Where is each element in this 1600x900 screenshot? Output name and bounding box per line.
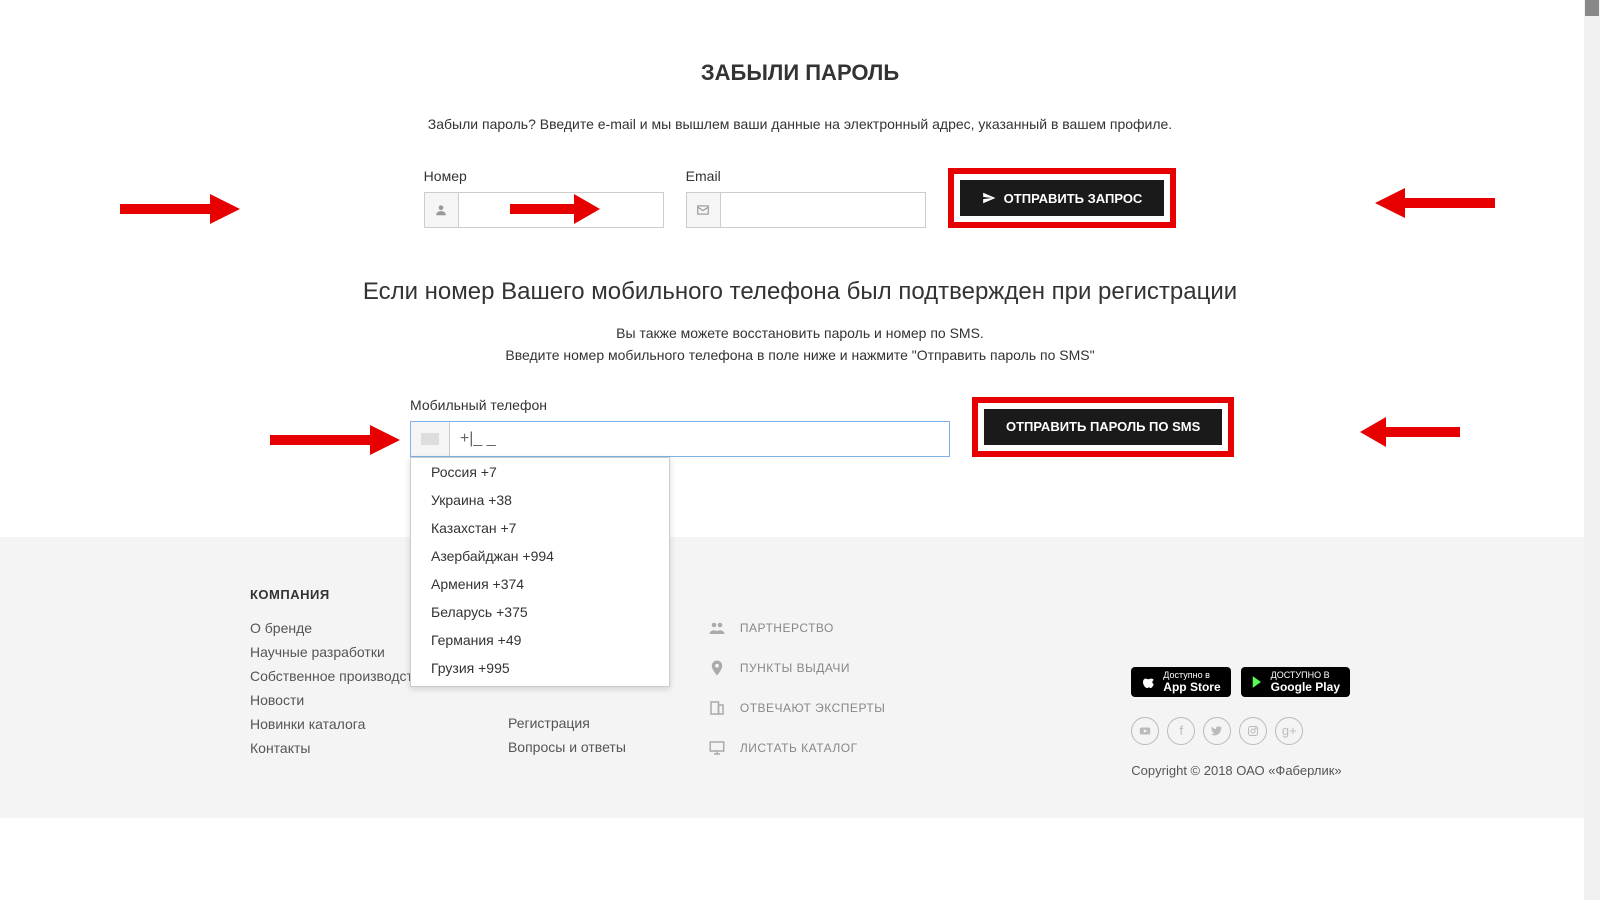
footer-icon-link[interactable]: ПУНКТЫ ВЫДАЧИ: [706, 657, 1051, 679]
annotation-arrow-right-1: [120, 194, 240, 224]
annotation-arrow-left-1: [1375, 188, 1495, 218]
monitor-icon: [706, 737, 728, 759]
mobile-field: Мобильный телефон: [410, 397, 950, 457]
sms-section-text: Вы также можете восстановить пароль и но…: [250, 322, 1350, 367]
footer-col-title: КОМПАНИЯ: [250, 587, 428, 602]
footer-link[interactable]: Новинки каталога: [250, 716, 428, 732]
mobile-input-wrap[interactable]: [410, 421, 950, 457]
googleplay-badge[interactable]: ДОСТУПНО ВGoogle Play: [1241, 667, 1350, 697]
email-field: Email: [686, 168, 926, 228]
page-scrollbar[interactable]: ▴: [1584, 0, 1600, 900]
footer-icon-link[interactable]: ОТВЕЧАЮТ ЭКСПЕРТЫ: [706, 697, 1051, 719]
main-content: ЗАБЫЛИ ПАРОЛЬ Забыли пароль? Введите e-m…: [250, 0, 1350, 497]
appstore-badge[interactable]: Доступно вApp Store: [1131, 667, 1230, 697]
sms-section-title: Если номер Вашего мобильного телефона бы…: [250, 278, 1350, 306]
email-label: Email: [686, 168, 926, 184]
country-option[interactable]: Германия +49: [411, 626, 669, 654]
paper-plane-icon: [982, 191, 996, 205]
footer-col-icons: ПАРТНЕРСТВО ПУНКТЫ ВЫДАЧИ ОТВЕЧАЮТ ЭКСПЕ…: [706, 587, 1051, 778]
recovery-form-row: Номер Email: [250, 168, 1350, 228]
country-code-dropdown[interactable]: Россия +7 Украина +38 Казахстан +7 Азерб…: [410, 457, 670, 687]
country-option[interactable]: Армения +374: [411, 570, 669, 598]
twitter-icon[interactable]: [1203, 717, 1231, 745]
submit-request-button[interactable]: ОТПРАВИТЬ ЗАПРОС: [960, 180, 1165, 216]
annotation-arrow-right-2: [510, 194, 600, 224]
people-icon: [706, 617, 728, 639]
footer-link[interactable]: О бренде: [250, 620, 428, 636]
user-icon: [425, 193, 459, 227]
send-sms-button[interactable]: ОТПРАВИТЬ ПАРОЛЬ ПО SMS: [984, 409, 1222, 445]
number-label: Номер: [424, 168, 664, 184]
country-option[interactable]: Казахстан +7: [411, 514, 669, 542]
mobile-label: Мобильный телефон: [410, 397, 950, 413]
envelope-icon: [687, 193, 721, 227]
footer-link[interactable]: Новости: [250, 692, 428, 708]
footer-link[interactable]: Научные разработки: [250, 644, 428, 660]
country-option[interactable]: Беларусь +375: [411, 598, 669, 626]
google-play-icon: [1251, 675, 1265, 689]
email-input[interactable]: [721, 193, 925, 227]
send-sms-label: ОТПРАВИТЬ ПАРОЛЬ ПО SMS: [1006, 419, 1200, 434]
map-pin-icon: [706, 657, 728, 679]
instagram-icon[interactable]: [1239, 717, 1267, 745]
footer-icon-link[interactable]: ЛИСТАТЬ КАТАЛОГ: [706, 737, 1051, 759]
country-option[interactable]: Россия +7: [411, 458, 669, 486]
footer-link[interactable]: Контакты: [250, 740, 428, 756]
dropdown-scroll[interactable]: Россия +7 Украина +38 Казахстан +7 Азерб…: [411, 458, 669, 686]
footer: КОМПАНИЯ О бренде Научные разработки Соб…: [0, 537, 1600, 818]
copyright-text: Copyright © 2018 ОАО «Фаберлик»: [1131, 763, 1350, 778]
footer-col-company: КОМПАНИЯ О бренде Научные разработки Соб…: [250, 587, 428, 778]
footer-link[interactable]: Регистрация: [508, 715, 626, 731]
country-option[interactable]: Украина +38: [411, 486, 669, 514]
youtube-icon[interactable]: [1131, 717, 1159, 745]
annotation-arrow-left-2: [1360, 417, 1460, 447]
highlight-box-sms: ОТПРАВИТЬ ПАРОЛЬ ПО SMS: [972, 397, 1234, 457]
country-option[interactable]: Грузия +995: [411, 654, 669, 682]
footer-link[interactable]: Вопросы и ответы: [508, 739, 626, 755]
highlight-box-submit: ОТПРАВИТЬ ЗАПРОС: [948, 168, 1177, 228]
country-option[interactable]: Азербайджан +994: [411, 542, 669, 570]
intro-text: Забыли пароль? Введите e-mail и мы вышле…: [250, 116, 1350, 132]
footer-link[interactable]: Собственное производство: [250, 668, 428, 684]
page-title: ЗАБЫЛИ ПАРОЛЬ: [250, 60, 1350, 86]
apple-icon: [1141, 674, 1157, 690]
devices-icon: [706, 697, 728, 719]
submit-request-label: ОТПРАВИТЬ ЗАПРОС: [1004, 191, 1143, 206]
sms-form-row: Мобильный телефон ОТПРАВИТЬ ПАРОЛЬ ПО SM…: [250, 397, 1350, 457]
facebook-icon[interactable]: f: [1167, 717, 1195, 745]
footer-col-right: Доступно вApp Store ДОСТУПНО ВGoogle Pla…: [1131, 587, 1350, 778]
googleplus-icon[interactable]: g+: [1275, 717, 1303, 745]
mobile-input[interactable]: [450, 422, 949, 456]
annotation-arrow-right-3: [270, 425, 400, 455]
country-option[interactable]: Ирландия +353: [411, 682, 669, 686]
email-input-wrap[interactable]: [686, 192, 926, 228]
scrollbar-thumb[interactable]: [1585, 0, 1599, 16]
footer-icon-link[interactable]: ПАРТНЕРСТВО: [706, 617, 1051, 639]
country-flag-selector[interactable]: [411, 422, 450, 456]
social-links: f g+: [1131, 717, 1350, 745]
